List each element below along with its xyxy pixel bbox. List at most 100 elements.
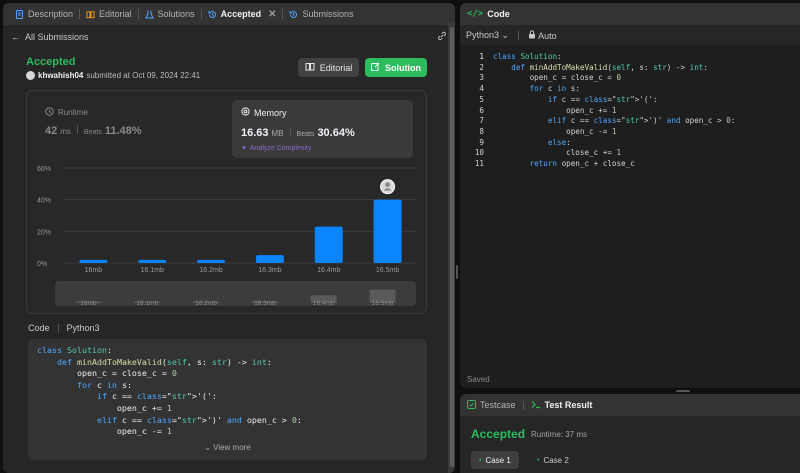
runtime-card[interactable]: Runtime 42 ms Beats 11.48% bbox=[41, 101, 221, 156]
code-section-header: Code Python3 bbox=[28, 323, 100, 333]
y-tick-label: 20% bbox=[37, 229, 51, 236]
editor-code-text[interactable]: class Solution: def minAddToMakeValid(se… bbox=[493, 52, 735, 170]
result-tab-label: Test Result bbox=[544, 400, 593, 410]
x-tick-label: 16mb bbox=[85, 267, 103, 274]
flask-icon bbox=[144, 10, 154, 19]
passed-dot-icon: • bbox=[479, 456, 482, 464]
tab-test-result[interactable]: Test Result bbox=[531, 400, 593, 411]
tab-label: Description bbox=[28, 9, 74, 19]
auto-mode-label: Auto bbox=[538, 30, 557, 41]
panel-resize-handle[interactable] bbox=[456, 265, 458, 279]
memory-card[interactable]: Memory 16.63 MB Beats 30.64% ✦ Analyze C… bbox=[232, 100, 413, 158]
memory-unit: MB bbox=[271, 129, 284, 138]
memory-value: 16.63 bbox=[241, 127, 269, 139]
x-tick-label: 16.2mb bbox=[199, 267, 222, 274]
memory-label-row: Memory bbox=[241, 107, 287, 118]
checkbox-icon bbox=[467, 399, 476, 411]
editorial-button[interactable]: Editorial bbox=[298, 58, 359, 77]
tab-label: Submissions bbox=[302, 9, 354, 19]
case-label: Case 1 bbox=[485, 455, 511, 465]
tab-submissions[interactable]: Submissions bbox=[283, 3, 359, 25]
close-icon[interactable]: ✕ bbox=[268, 9, 276, 20]
memory-value-row: 16.63 MB Beats 30.64% bbox=[241, 127, 355, 139]
chart-bar bbox=[314, 226, 343, 263]
submission-panel: Description Editorial Solutions Accepted… bbox=[3, 3, 455, 473]
book-icon bbox=[305, 62, 315, 73]
editor-toolbar: Python3 ⌄ Auto bbox=[460, 25, 800, 45]
memory-distribution-chart: 60% 40% 20% 0% 16mb 16.1mb 16.2mb 16.3mb 16.4mb 1… bbox=[37, 166, 417, 274]
back-label: All Submissions bbox=[25, 32, 89, 42]
tab-testcase[interactable]: Testcase bbox=[467, 399, 516, 411]
arrow-left-icon: ← bbox=[11, 32, 20, 42]
x-tick-label: 16.3mb bbox=[258, 267, 281, 274]
book-icon bbox=[86, 10, 95, 19]
divider bbox=[57, 323, 59, 333]
memory-label: Memory bbox=[254, 107, 287, 118]
submission-status: Accepted bbox=[26, 56, 76, 68]
case-label: Case 2 bbox=[543, 455, 569, 465]
case-tab-1[interactable]: • Case 1 bbox=[471, 451, 519, 469]
code-editor[interactable]: 1 2 3 4 5 6 7 8 9 10 11 class Solution: … bbox=[460, 47, 800, 367]
line-numbers: 1 2 3 4 5 6 7 8 9 10 11 bbox=[474, 52, 484, 169]
solution-button[interactable]: Solution bbox=[365, 58, 427, 77]
tab-description[interactable]: Description bbox=[9, 3, 79, 25]
avatar-head bbox=[385, 182, 390, 188]
tab-editorial[interactable]: Editorial bbox=[80, 3, 138, 25]
code-preview-text: class Solution: def minAddToMakeValid(se… bbox=[37, 345, 302, 437]
sparkle-icon: ✦ bbox=[241, 145, 247, 152]
testcase-tab-label: Testcase bbox=[480, 400, 516, 410]
tab-label: Accepted bbox=[220, 9, 262, 19]
result-tab-bar: Testcase Test Result bbox=[460, 394, 800, 416]
analyze-label: Analyze Complexity bbox=[249, 144, 312, 152]
overview-tick-label: 16.5mb bbox=[372, 300, 394, 306]
clock-icon bbox=[45, 107, 54, 118]
link-icon[interactable] bbox=[437, 31, 447, 43]
y-tick-label: 60% bbox=[37, 166, 51, 173]
overview-tick-label: 16.3mb bbox=[254, 300, 276, 306]
memory-beats-label: Beats bbox=[296, 131, 315, 138]
panel-resize-handle-horizontal[interactable] bbox=[676, 390, 690, 392]
divider bbox=[518, 30, 520, 40]
code-section-language: Python3 bbox=[66, 323, 100, 333]
solution-button-label: Solution bbox=[385, 62, 421, 73]
auto-mode-toggle[interactable]: Auto bbox=[528, 29, 557, 41]
view-more-button[interactable]: ⌄ View more bbox=[28, 443, 427, 452]
left-tab-bar: Description Editorial Solutions Accepted… bbox=[3, 3, 455, 25]
submitted-time: submitted at Oct 09, 2024 22:41 bbox=[86, 71, 201, 80]
case-tab-2[interactable]: • Case 2 bbox=[529, 451, 577, 469]
lock-icon bbox=[528, 29, 538, 41]
y-tick-label: 40% bbox=[37, 198, 51, 205]
runtime-unit: ms bbox=[60, 127, 71, 136]
editor-title: Code bbox=[487, 9, 510, 19]
x-tick-label: 16.5mb bbox=[376, 267, 399, 274]
language-select[interactable]: Python3 ⌄ bbox=[466, 30, 509, 41]
chart-bar bbox=[197, 259, 226, 263]
scrollbar-thumb[interactable] bbox=[450, 27, 454, 467]
tab-label: Editorial bbox=[99, 9, 132, 19]
editorial-button-label: Editorial bbox=[319, 62, 353, 73]
runtime-label-row: Runtime bbox=[45, 107, 88, 118]
history-icon bbox=[289, 10, 298, 19]
tab-solutions[interactable]: Solutions bbox=[139, 3, 201, 25]
tab-accepted[interactable]: Accepted ✕ bbox=[202, 3, 283, 25]
username[interactable]: khwahish04 bbox=[38, 71, 83, 80]
chart-range-slider[interactable]: 16mb 16.1mb 16.2mb 16.3mb 16.4mb 16.5mb bbox=[55, 281, 416, 307]
code-icon: </> bbox=[467, 9, 484, 19]
saved-status: Saved bbox=[467, 375, 490, 384]
edit-icon bbox=[371, 62, 380, 73]
y-tick-label: 0% bbox=[37, 261, 47, 268]
analyze-complexity-link[interactable]: ✦ Analyze Complexity bbox=[241, 144, 312, 153]
overview-tick-label: 16.4mb bbox=[313, 300, 335, 306]
divider bbox=[522, 400, 524, 410]
divider bbox=[289, 127, 291, 136]
chart-bar bbox=[138, 259, 167, 263]
all-submissions-link[interactable]: ← All Submissions bbox=[3, 29, 455, 45]
passed-dot-icon: • bbox=[537, 456, 540, 464]
overview-chart: 16mb 16.1mb 16.2mb 16.3mb 16.4mb 16.5mb bbox=[75, 289, 396, 307]
runtime-beats-label: Beats bbox=[83, 129, 102, 136]
submission-meta: khwahish04 submitted at Oct 09, 2024 22:… bbox=[26, 71, 200, 80]
code-editor-panel: </> Code Python3 ⌄ Auto 1 2 3 4 5 6 7 8 … bbox=[460, 3, 800, 388]
avatar[interactable] bbox=[26, 71, 35, 80]
test-result-panel: Testcase Test Result Accepted Runtime: 3… bbox=[460, 394, 800, 473]
editor-header: </> Code bbox=[460, 3, 800, 25]
